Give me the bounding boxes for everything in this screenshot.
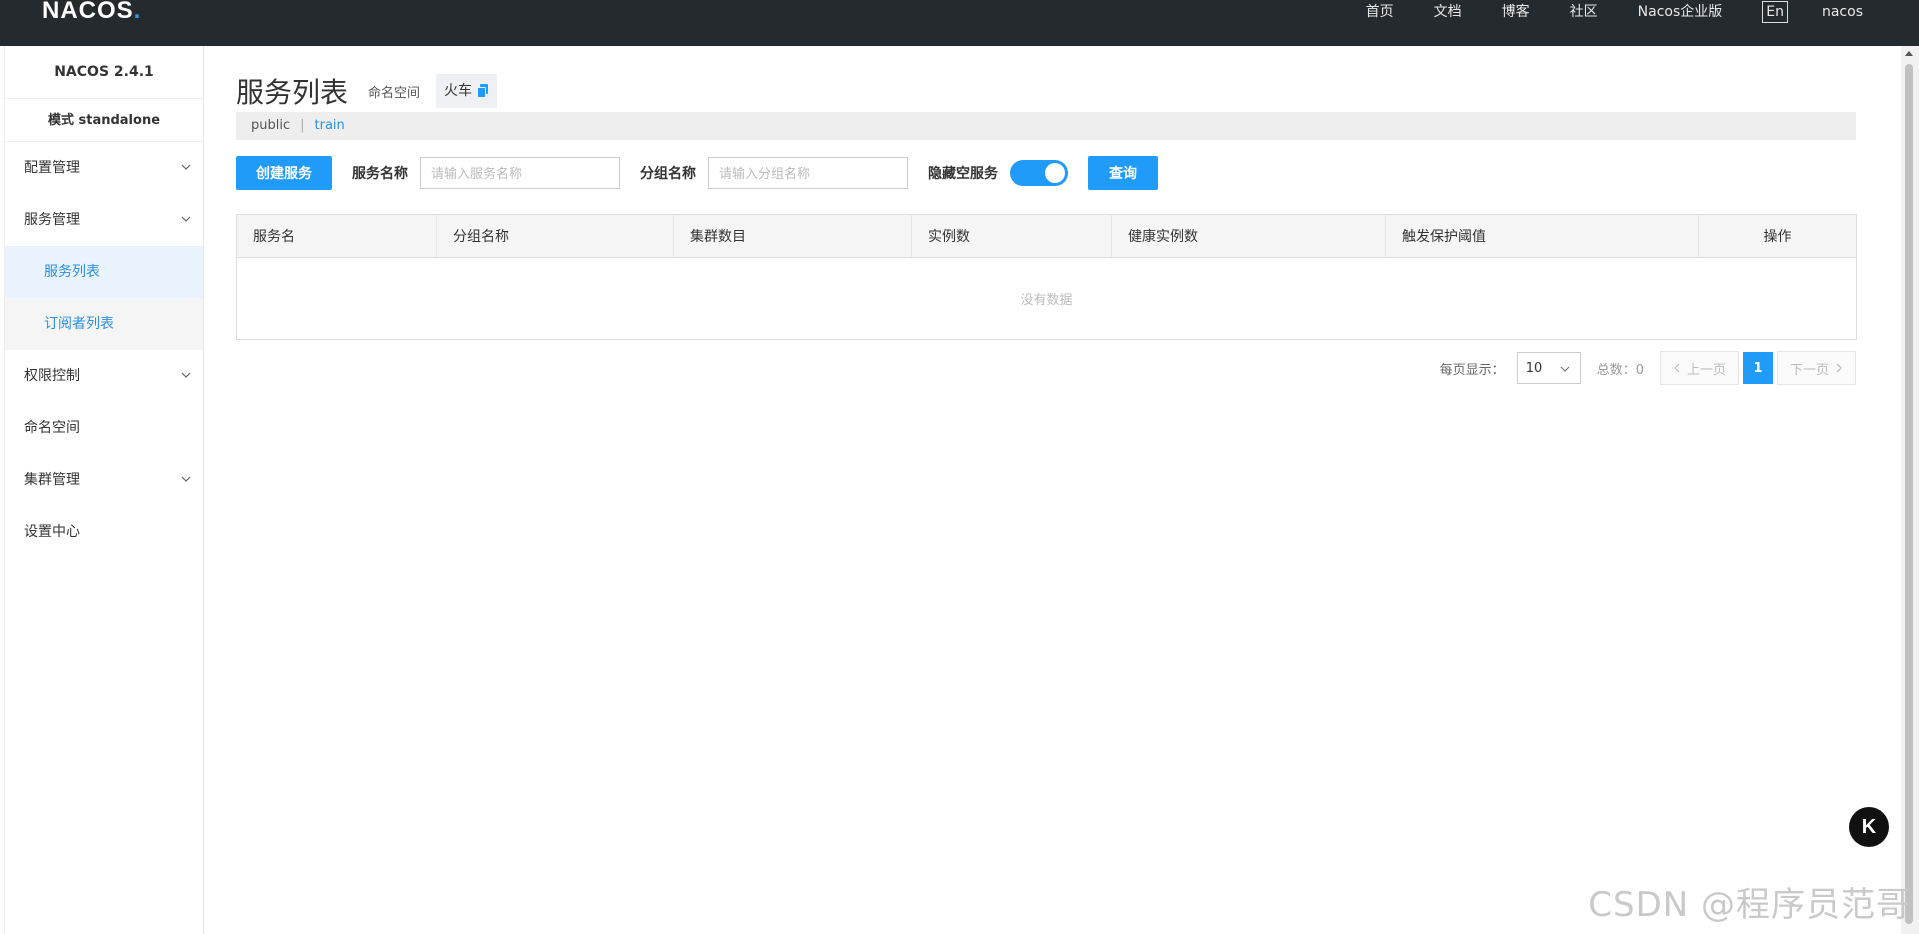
chevron-down-icon bbox=[181, 372, 191, 378]
namespace-train[interactable]: train bbox=[315, 118, 345, 133]
filter-row: 创建服务 服务名称 分组名称 隐藏空服务 查询 bbox=[236, 155, 1158, 191]
column-protect-threshold: 触发保护阈值 bbox=[1385, 214, 1699, 258]
group-name-label: 分组名称 bbox=[640, 166, 696, 182]
hide-empty-toggle[interactable] bbox=[1010, 160, 1068, 186]
nav-enterprise[interactable]: Nacos企业版 bbox=[1638, 0, 1723, 24]
service-name-label: 服务名称 bbox=[352, 166, 408, 182]
column-cluster-count: 集群数目 bbox=[673, 214, 912, 258]
sidebar-item-label: 权限控制 bbox=[24, 368, 80, 384]
column-healthy-instance-count: 健康实例数 bbox=[1111, 214, 1386, 258]
namespace-bar: public | train bbox=[236, 112, 1856, 140]
logo-text: NACOS bbox=[42, 0, 134, 24]
scroll-up-arrow[interactable] bbox=[1905, 51, 1913, 56]
namespace-label: 命名空间 bbox=[368, 85, 421, 101]
nav-blog[interactable]: 博客 bbox=[1502, 0, 1530, 24]
column-group-name: 分组名称 bbox=[436, 214, 674, 258]
service-table: 服务名 分组名称 集群数目 实例数 健康实例数 触发保护阈值 操作 没有数据 bbox=[236, 214, 1857, 340]
chevron-right-icon bbox=[1836, 363, 1842, 373]
sidebar-item-namespace[interactable]: 命名空间 bbox=[5, 402, 203, 454]
next-page-label: 下一页 bbox=[1789, 362, 1829, 378]
sidebar-item-label: 集群管理 bbox=[24, 472, 80, 488]
column-operations: 操作 bbox=[1698, 214, 1857, 258]
sidebar-item-cluster-management[interactable]: 集群管理 bbox=[5, 454, 203, 506]
namespace-public[interactable]: public bbox=[251, 118, 290, 133]
sidebar-item-access-control[interactable]: 权限控制 bbox=[5, 350, 203, 402]
prev-page-button[interactable]: 上一页 bbox=[1659, 351, 1739, 385]
per-page-value: 10 bbox=[1525, 360, 1543, 376]
floating-assistant-button[interactable]: K bbox=[1849, 807, 1889, 847]
page-1-button[interactable]: 1 bbox=[1742, 352, 1773, 384]
user-menu[interactable]: nacos bbox=[1822, 4, 1863, 20]
version-label: NACOS 2.4.1 bbox=[5, 46, 203, 99]
chevron-down-icon bbox=[181, 164, 191, 170]
sidebar-item-subscriber-list[interactable]: 订阅者列表 bbox=[5, 298, 203, 350]
chevron-down-icon bbox=[181, 216, 191, 222]
column-service-name: 服务名 bbox=[236, 214, 437, 258]
watermark: CSDN @程序员范哥 bbox=[1588, 885, 1911, 925]
chevron-left-icon bbox=[1674, 363, 1680, 373]
sidebar-item-service-management[interactable]: 服务管理 bbox=[5, 194, 203, 246]
logo-dot: . bbox=[133, 0, 142, 24]
sidebar-item-label: 命名空间 bbox=[24, 420, 80, 436]
language-switch[interactable]: En bbox=[1762, 1, 1788, 23]
pagination: 每页显示： 10 总数：0 上一页 1 下一页 bbox=[1440, 351, 1856, 385]
mode-label: 模式 standalone bbox=[5, 99, 203, 142]
sidebar-item-label: 配置管理 bbox=[24, 160, 80, 176]
nav-home[interactable]: 首页 bbox=[1366, 0, 1394, 24]
service-name-input[interactable] bbox=[420, 157, 620, 189]
per-page-label: 每页显示： bbox=[1439, 362, 1505, 378]
next-page-button[interactable]: 下一页 bbox=[1776, 351, 1856, 385]
current-namespace: 火车 bbox=[436, 74, 498, 108]
nav-community[interactable]: 社区 bbox=[1570, 0, 1598, 24]
namespace-separator: | bbox=[300, 118, 305, 133]
column-instance-count: 实例数 bbox=[911, 214, 1112, 258]
hide-empty-label: 隐藏空服务 bbox=[928, 166, 998, 182]
create-service-button[interactable]: 创建服务 bbox=[236, 156, 332, 190]
sidebar-item-label: 设置中心 bbox=[24, 524, 80, 540]
top-navbar: NACOS. 首页 文档 博客 社区 Nacos企业版 En nacos bbox=[0, 0, 1919, 46]
nacos-logo[interactable]: NACOS. bbox=[42, 0, 142, 24]
per-page-select[interactable]: 10 bbox=[1516, 352, 1581, 384]
sidebar-item-config-management[interactable]: 配置管理 bbox=[5, 142, 203, 194]
chevron-down-icon bbox=[1560, 366, 1570, 372]
sidebar: NACOS 2.4.1 模式 standalone 配置管理 服务管理 服务列表… bbox=[4, 46, 204, 934]
empty-state-text: 没有数据 bbox=[1020, 293, 1073, 308]
total-count: 总数：0 bbox=[1596, 362, 1644, 378]
sidebar-item-service-list[interactable]: 服务列表 bbox=[5, 246, 203, 298]
sidebar-item-label: 服务管理 bbox=[24, 212, 80, 228]
nav-docs[interactable]: 文档 bbox=[1434, 0, 1462, 24]
query-button[interactable]: 查询 bbox=[1088, 156, 1158, 190]
prev-page-label: 上一页 bbox=[1686, 362, 1726, 378]
title-row: 服务列表 命名空间 火车 bbox=[236, 71, 498, 111]
table-header-row: 服务名 分组名称 集群数目 实例数 健康实例数 触发保护阈值 操作 bbox=[236, 214, 1857, 258]
copy-icon[interactable] bbox=[477, 84, 489, 98]
group-name-input[interactable] bbox=[708, 157, 908, 189]
sidebar-item-settings-center[interactable]: 设置中心 bbox=[5, 506, 203, 558]
current-namespace-name: 火车 bbox=[444, 83, 473, 99]
scroll-thumb[interactable] bbox=[1905, 64, 1913, 924]
page-scrollbar[interactable] bbox=[1901, 46, 1919, 934]
toggle-knob bbox=[1045, 163, 1065, 183]
page-title: 服务列表 bbox=[236, 76, 349, 109]
top-nav: 首页 文档 博客 社区 Nacos企业版 En nacos bbox=[1346, 0, 1919, 24]
chevron-down-icon bbox=[181, 476, 191, 482]
table-row: 没有数据 bbox=[237, 258, 1857, 340]
